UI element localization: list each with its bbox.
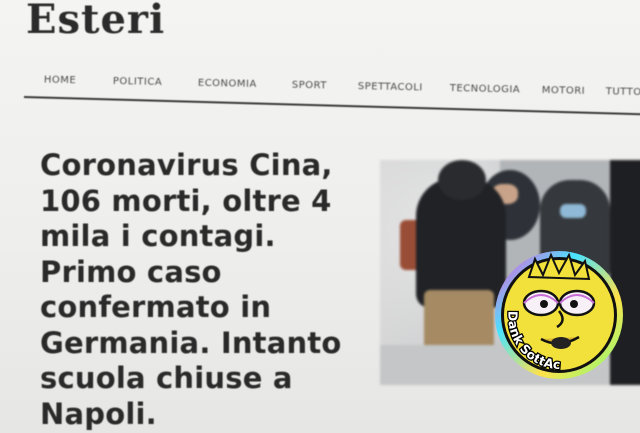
nav-item-motori[interactable]: MOTORI [542, 85, 586, 97]
photo-person-head [438, 160, 486, 200]
headline-line: Coronavirus Cina, [40, 148, 333, 182]
cartoon-face-icon: Dank SottAceto [489, 247, 623, 379]
article-headline[interactable]: Coronavirus Cina, 106 morti, oltre 4 mil… [40, 148, 370, 432]
headline-line: 106 morti, oltre 4 [40, 183, 332, 218]
nav-item-economia[interactable]: ECONOMIA [198, 78, 257, 90]
nav-item-tutto[interactable]: TUTTO [606, 86, 640, 98]
nav-item-home[interactable]: HOME [44, 75, 77, 87]
nav-item-tecnologia[interactable]: TECNOLOGIA [450, 83, 521, 95]
nav-item-sport[interactable]: SPORT [292, 80, 327, 92]
headline-line: scuola chiuse a [40, 361, 293, 395]
headline-line: Germania. Intanto [40, 325, 342, 360]
headline-line: confermato in [40, 290, 272, 324]
main-nav: HOME POLITICA ECONOMIA SPORT SPETTACOLI … [19, 74, 640, 115]
section-title: Esteri [26, 0, 166, 43]
headline-line: mila i contagi. [40, 219, 276, 253]
face-mask-icon [560, 204, 586, 218]
headline-line: Primo caso [40, 254, 222, 289]
nav-item-politica[interactable]: POLITICA [113, 76, 163, 88]
headline-line: Napoli. [40, 396, 157, 431]
nav-item-spettacoli[interactable]: SPETTACOLI [358, 81, 423, 93]
browser-page: Esteri HOME POLITICA ECONOMIA SPORT SPET… [0, 0, 640, 433]
watermark-sticker: Dank SottAceto [489, 247, 629, 385]
